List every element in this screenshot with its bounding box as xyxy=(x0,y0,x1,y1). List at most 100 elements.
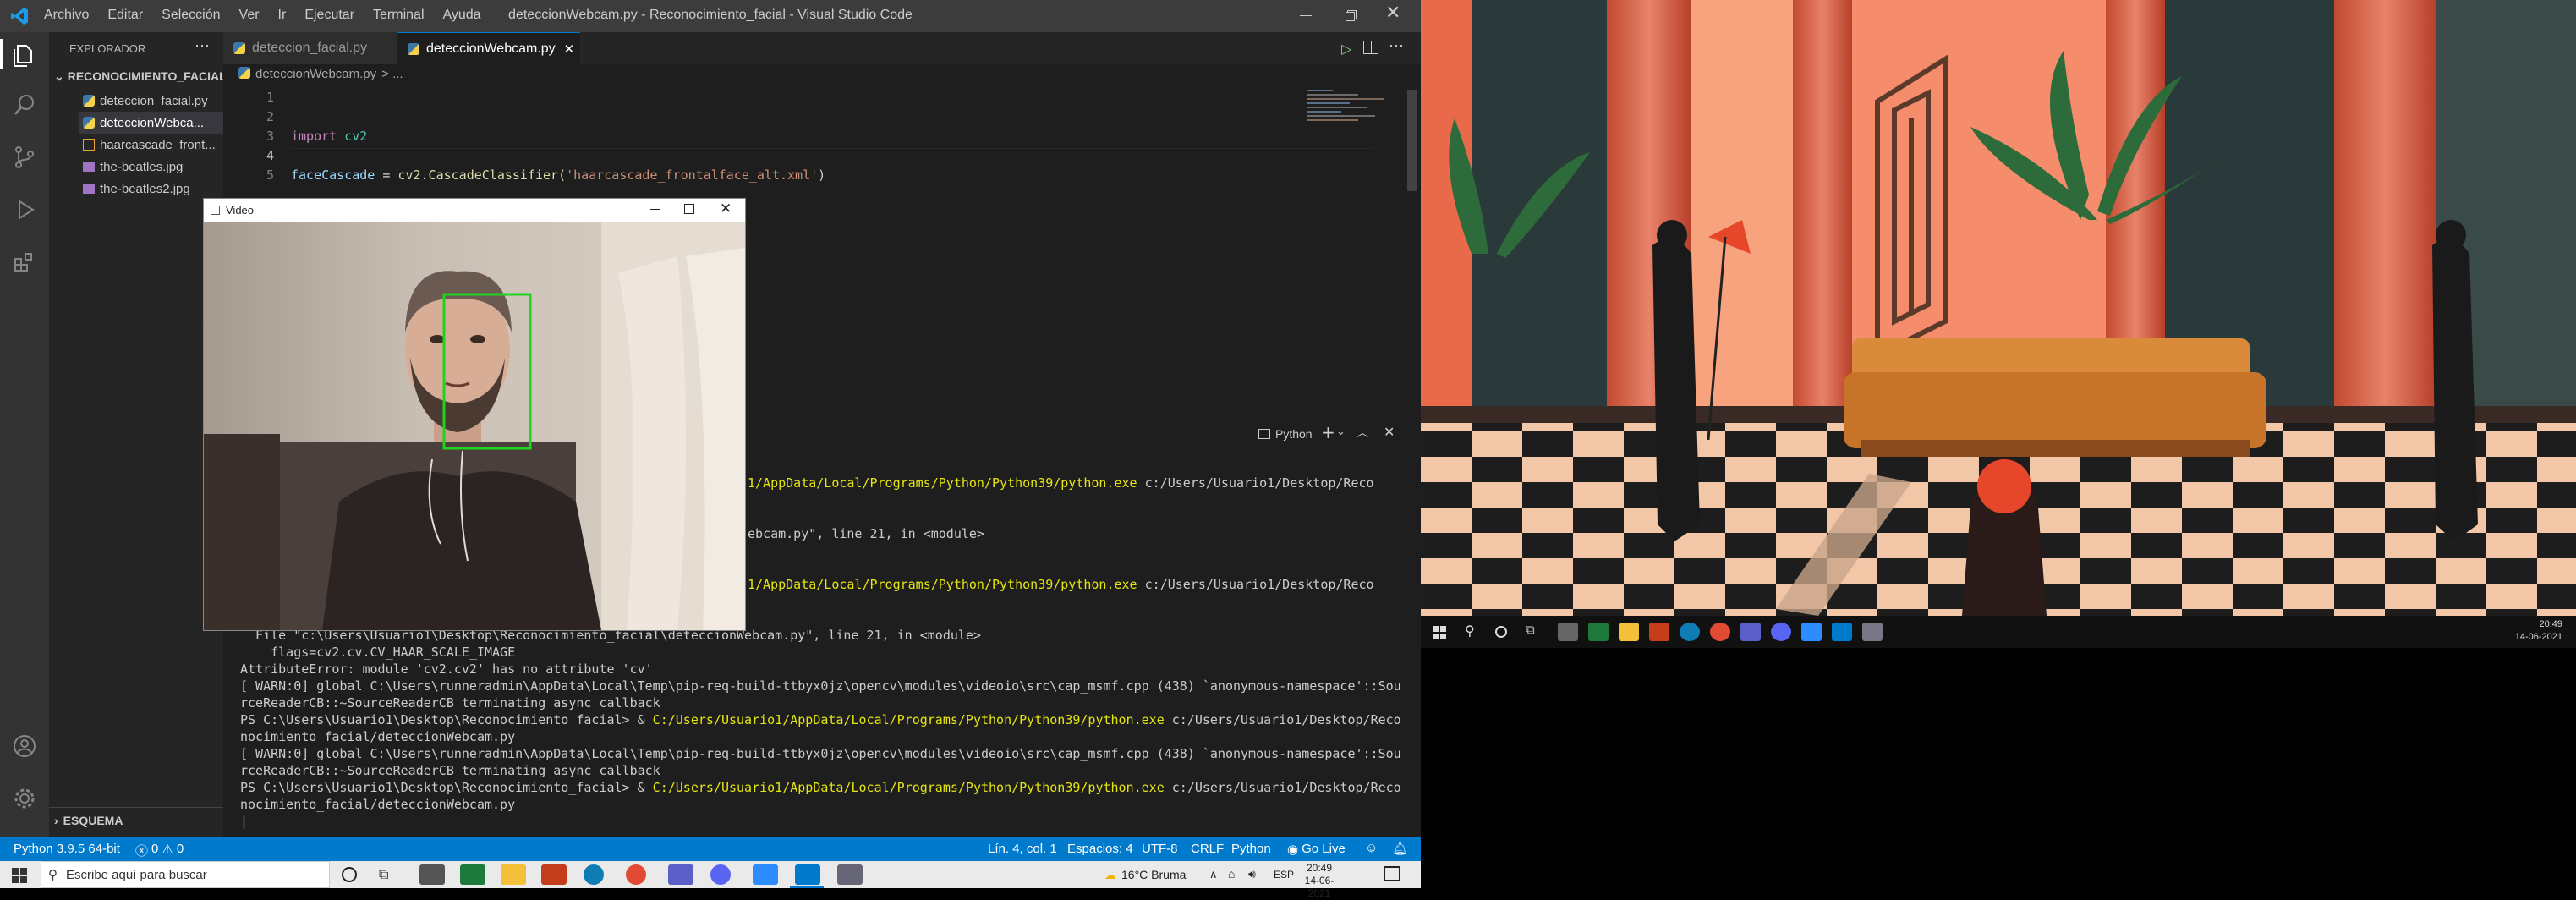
app-linx-icon[interactable] xyxy=(419,864,445,885)
video-title-bar[interactable]: Video ✕ xyxy=(204,199,745,222)
vscode-taskbar-icon[interactable] xyxy=(795,864,820,885)
teams-icon[interactable] xyxy=(668,864,693,885)
task-view-icon[interactable]: ⧉ xyxy=(1526,623,1535,637)
go-live-button[interactable]: ◉ Go Live xyxy=(1287,842,1346,857)
edge-icon[interactable] xyxy=(1680,623,1700,641)
source-control-icon[interactable] xyxy=(13,145,36,169)
edge-icon[interactable] xyxy=(584,864,604,885)
run-file-icon[interactable]: ▷ xyxy=(1341,41,1351,58)
video-app-icon[interactable] xyxy=(837,864,863,885)
breadcrumb-rest[interactable]: > ... xyxy=(381,67,403,81)
restore-icon[interactable] xyxy=(1340,3,1363,27)
extensions-icon[interactable] xyxy=(13,250,36,274)
discord-icon[interactable] xyxy=(1771,623,1791,641)
search-icon[interactable]: ⚲ xyxy=(1465,623,1475,639)
file-item[interactable]: haarcascade_front... xyxy=(83,134,223,156)
file-explorer-icon[interactable] xyxy=(1619,623,1639,641)
close-panel-icon[interactable]: ✕ xyxy=(1384,424,1395,440)
file-item[interactable]: the-beatles.jpg xyxy=(83,156,223,178)
tab-close-icon[interactable]: ✕ xyxy=(564,41,575,57)
minimize-icon[interactable] xyxy=(650,209,660,210)
windows-start-icon[interactable] xyxy=(1433,626,1446,639)
account-icon[interactable] xyxy=(13,734,36,758)
python-interpreter[interactable]: Python 3.9.5 64-bit xyxy=(14,842,120,856)
tray-chevron-icon[interactable]: ∧ xyxy=(1209,868,1218,881)
taskbar-search-box[interactable]: ⚲ Escribe aquí para buscar xyxy=(41,861,330,888)
warning-icon: ⚠ xyxy=(162,842,173,857)
terminal-dropdown-icon[interactable]: ⌄ xyxy=(1336,425,1346,438)
line-ending[interactable]: CRLF xyxy=(1191,842,1224,856)
editor-scrollbar[interactable] xyxy=(1407,90,1417,191)
feedback-icon[interactable]: ☺ xyxy=(1365,841,1378,855)
teams-icon[interactable] xyxy=(1740,623,1761,641)
problems-indicator[interactable]: ⓧ 0 ⚠ 0 xyxy=(135,842,184,859)
python-file-icon xyxy=(238,67,250,79)
input-language[interactable]: ESP xyxy=(1274,869,1294,881)
video-app-icon[interactable] xyxy=(1862,623,1883,641)
close-icon[interactable]: ✕ xyxy=(720,200,732,217)
tab-deteccion-webcam[interactable]: deteccionWebcam.py ✕ xyxy=(397,32,580,64)
xml-file-icon xyxy=(83,139,95,151)
zoom-icon[interactable] xyxy=(1801,623,1822,641)
close-icon[interactable]: ✕ xyxy=(1385,2,1400,24)
breadcrumb: deteccionWebcam.py > ... xyxy=(238,67,403,81)
indentation[interactable]: Espacios: 4 xyxy=(1067,842,1133,856)
encoding[interactable]: UTF-8 xyxy=(1142,842,1178,856)
cursor-position[interactable]: Lín. 4, col. 1 xyxy=(988,842,1057,856)
notification-center-icon[interactable] xyxy=(1384,866,1400,881)
folder-root[interactable]: ⌄ RECONOCIMIENTO_FACIAL xyxy=(54,69,227,84)
maximize-panel-icon[interactable]: ︿ xyxy=(1357,424,1368,441)
image-file-icon xyxy=(83,184,95,194)
zoom-icon[interactable] xyxy=(753,864,778,885)
file-item-active[interactable]: deteccionWebca... xyxy=(79,112,223,134)
file-item[interactable]: deteccion_facial.py xyxy=(83,90,223,112)
minimap[interactable] xyxy=(1307,90,1400,140)
network-icon[interactable]: ⌂ xyxy=(1228,867,1235,881)
warning-count: 0 xyxy=(176,842,184,856)
tab-deteccion-facial[interactable]: deteccion_facial.py xyxy=(223,32,397,64)
code-line-3: import cv2 xyxy=(291,129,367,144)
status-bar: Python 3.9.5 64-bit ⓧ 0 ⚠ 0 Lín. 4, col. 1 … xyxy=(0,837,1421,861)
line-numbers: 1 2 3 4 5 xyxy=(223,90,274,187)
task-view-icon[interactable]: ⧉ xyxy=(379,868,388,883)
breadcrumb-file[interactable]: deteccionWebcam.py xyxy=(255,67,376,81)
windows-start-icon[interactable] xyxy=(12,868,27,883)
vscode-taskbar-icon[interactable] xyxy=(1832,623,1852,641)
explorer-icon[interactable] xyxy=(13,42,36,68)
chrome-icon[interactable] xyxy=(1710,623,1730,641)
settings-gear-icon[interactable] xyxy=(13,787,36,810)
split-editor-icon[interactable] xyxy=(1363,41,1378,54)
app-linx-icon[interactable] xyxy=(1558,623,1578,641)
more-actions-icon[interactable]: ⋯ xyxy=(195,37,210,55)
discord-icon[interactable] xyxy=(710,864,731,885)
terminal-selector[interactable]: Python xyxy=(1258,427,1313,441)
volume-icon[interactable]: 🔊︎ xyxy=(1248,867,1256,881)
file-explorer-icon[interactable] xyxy=(501,864,526,885)
cortana-icon[interactable] xyxy=(1495,626,1507,638)
run-debug-icon[interactable] xyxy=(13,198,36,222)
excel-icon[interactable] xyxy=(460,864,485,885)
file-label: the-beatles.jpg xyxy=(100,159,184,174)
search-icon[interactable] xyxy=(13,93,36,117)
chrome-icon[interactable] xyxy=(626,864,646,885)
language-mode[interactable]: Python xyxy=(1231,842,1271,856)
terminal-text: PS C:\Users\Usuario1\Desktop\Reconocimie… xyxy=(240,780,653,795)
cortana-icon[interactable] xyxy=(342,867,357,882)
weather-widget[interactable]: ☁ 16°C Bruma xyxy=(1104,868,1186,882)
new-terminal-icon[interactable]: + xyxy=(1321,422,1335,442)
editor-more-icon[interactable]: ⋯ xyxy=(1389,37,1404,55)
clock[interactable]: 20:49 14-06-2021 xyxy=(1294,862,1345,900)
file-label: deteccion_facial.py xyxy=(100,93,208,108)
minimize-icon[interactable] xyxy=(1294,3,1318,27)
file-item[interactable]: the-beatles2.jpg xyxy=(83,178,223,200)
outline-section[interactable]: › ESQUEMA xyxy=(54,814,123,827)
excel-icon[interactable] xyxy=(1588,623,1609,641)
clock[interactable]: 20:49 14-06-2021 xyxy=(2503,618,2562,644)
video-window[interactable]: Video ✕ xyxy=(203,198,746,631)
powerpoint-icon[interactable] xyxy=(541,864,567,885)
window-app-icon xyxy=(211,206,220,215)
maximize-icon[interactable] xyxy=(684,204,694,214)
python-file-icon xyxy=(83,95,95,107)
notifications-bell-icon[interactable]: 🔔︎ xyxy=(1392,841,1408,856)
powerpoint-icon[interactable] xyxy=(1649,623,1669,641)
